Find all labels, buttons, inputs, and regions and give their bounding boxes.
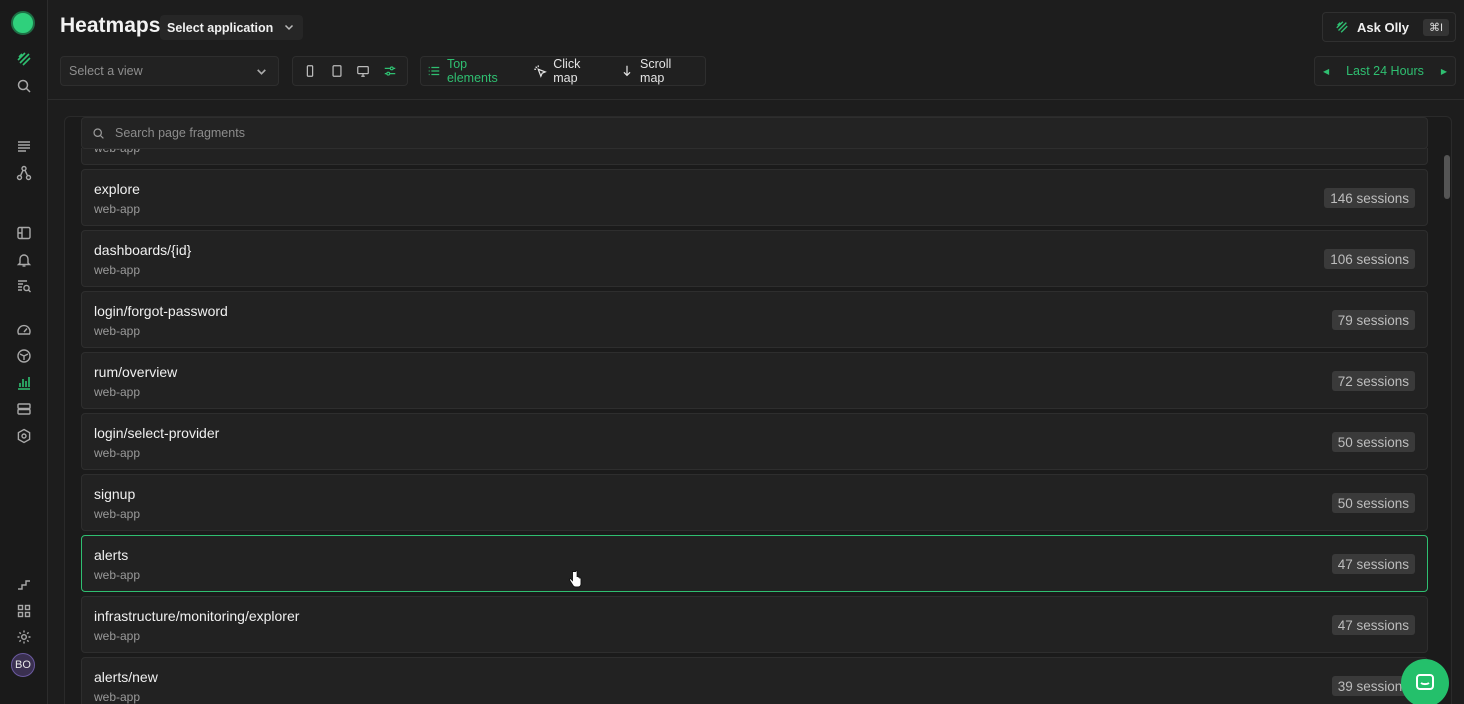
application-select-label: Select application [167,20,274,35]
bar-chart-icon[interactable] [14,373,34,393]
integrations-icon[interactable] [14,426,34,446]
search-icon [93,127,104,139]
search-input[interactable] [115,126,715,140]
list-item[interactable]: dashboards/{id} web-app 106 sessions [81,230,1428,287]
fragment-path: dashboards/{id} [94,242,192,258]
onboarding-icon[interactable] [14,574,34,594]
dashboards-icon[interactable] [14,223,34,243]
log-search-icon[interactable] [14,276,34,296]
brand-logo[interactable] [11,11,35,35]
olly-icon [1336,21,1348,33]
fragment-app: web-app [94,148,141,155]
session-count-badge: 50 sessions [1331,493,1415,513]
page-header: Heatmaps Select application Ask Olly ⌘I … [48,0,1464,100]
chevron-down-icon [257,69,266,75]
fragment-app: web-app [94,690,141,704]
fragment-path: explore [94,181,140,197]
arrow-down-icon [623,65,631,77]
fragment-app: web-app [94,263,141,277]
fragment-path: signup [94,486,136,502]
mode-top-elements[interactable]: Top elements [427,57,521,85]
app-root: BO Heatmaps Select application Ask Olly … [0,0,1464,704]
next-range-icon[interactable]: ▶ [1441,67,1447,76]
view-select[interactable]: Select a view [60,56,279,86]
fragment-app: web-app [94,446,141,460]
fragment-app: web-app [94,568,141,582]
previous-range-icon[interactable]: ◀ [1323,67,1329,76]
chat-icon [1416,674,1434,690]
cube-icon[interactable] [14,346,34,366]
avatar[interactable]: BO [11,653,35,677]
heatmap-mode-group: Top elements Click map Scroll map [420,56,706,86]
list-item[interactable]: login/forgot-password web-app 79 sessions [81,291,1428,348]
fragment-app: web-app [94,385,141,399]
list-icon [428,66,440,76]
list-item[interactable]: infrastructure/monitoring/explorer web-ap… [81,596,1428,653]
fragment-path: alerts [94,547,129,563]
fragment-list: web-app explore web-app 146 sessions dashboa… [81,148,1428,704]
fragment-app: web-app [94,202,141,216]
logs-icon[interactable] [14,136,34,156]
time-range-picker: ◀ Last 24 Hours ▶ [1314,56,1456,86]
filter-sliders-icon[interactable] [380,61,400,81]
list-item[interactable]: explore web-app 146 sessions [81,169,1428,226]
fragment-path: rum/overview [94,364,178,380]
apps-grid-icon[interactable] [14,601,34,621]
fragment-path: alerts/new [94,669,158,685]
fragment-app: web-app [94,629,141,643]
fragment-app: web-app [94,324,141,338]
view-select-placeholder: Select a view [69,64,143,78]
ask-olly-button[interactable]: Ask Olly ⌘I [1322,12,1456,42]
chevron-down-icon [285,24,294,31]
fragment-app: web-app [94,507,141,521]
keyboard-shortcut: ⌘I [1423,18,1450,36]
device-toggle-group [292,56,408,86]
server-icon[interactable] [14,399,34,419]
time-range-label[interactable]: Last 24 Hours [1346,64,1424,78]
session-count-badge: 146 sessions [1324,188,1415,208]
sidebar: BO [0,0,48,704]
application-select[interactable]: Select application [160,15,304,40]
list-item[interactable]: rum/overview web-app 72 sessions [81,352,1428,409]
fragment-path: login/forgot-password [94,303,228,319]
list-item[interactable]: login/select-provider web-app 50 sessions [81,413,1428,470]
hand-cursor-icon [569,570,582,588]
list-item[interactable]: alerts web-app 47 sessions [81,535,1428,592]
list-item[interactable]: alerts/new web-app 39 sessions [81,657,1428,704]
session-count-badge: 47 sessions [1331,615,1415,635]
ask-olly-label: Ask Olly [1357,19,1410,35]
session-count-badge: 106 sessions [1324,249,1415,269]
olly-icon[interactable] [14,49,34,69]
fragment-list-inner: web-app explore web-app 146 sessions dashboa… [81,148,1428,704]
session-count-badge: 47 sessions [1331,554,1415,574]
mode-click-map[interactable]: Click map [533,57,608,85]
session-count-badge: 79 sessions [1331,310,1415,330]
tablet-device-icon[interactable] [327,61,347,81]
search-bar [81,117,1428,149]
mode-scroll-map[interactable]: Scroll map [620,57,699,85]
search-icon[interactable] [14,76,34,96]
page-title: Heatmaps [60,14,161,37]
bell-icon[interactable] [14,250,34,270]
fragment-path: infrastructure/monitoring/explorer [94,608,300,624]
list-item[interactable]: web-app [81,148,1428,165]
scrollbar-thumb[interactable] [1444,155,1450,199]
mobile-device-icon[interactable] [300,61,320,81]
session-count-badge: 50 sessions [1331,432,1415,452]
desktop-device-icon[interactable] [353,61,373,81]
click-cursor-icon [534,65,548,78]
list-item[interactable]: signup web-app 50 sessions [81,474,1428,531]
gauge-icon[interactable] [14,320,34,340]
chat-support-button[interactable] [1401,659,1449,704]
fragment-path: login/select-provider [94,425,220,441]
session-count-badge: 72 sessions [1331,371,1415,391]
service-map-icon[interactable] [14,163,34,183]
gear-icon[interactable] [14,627,34,647]
